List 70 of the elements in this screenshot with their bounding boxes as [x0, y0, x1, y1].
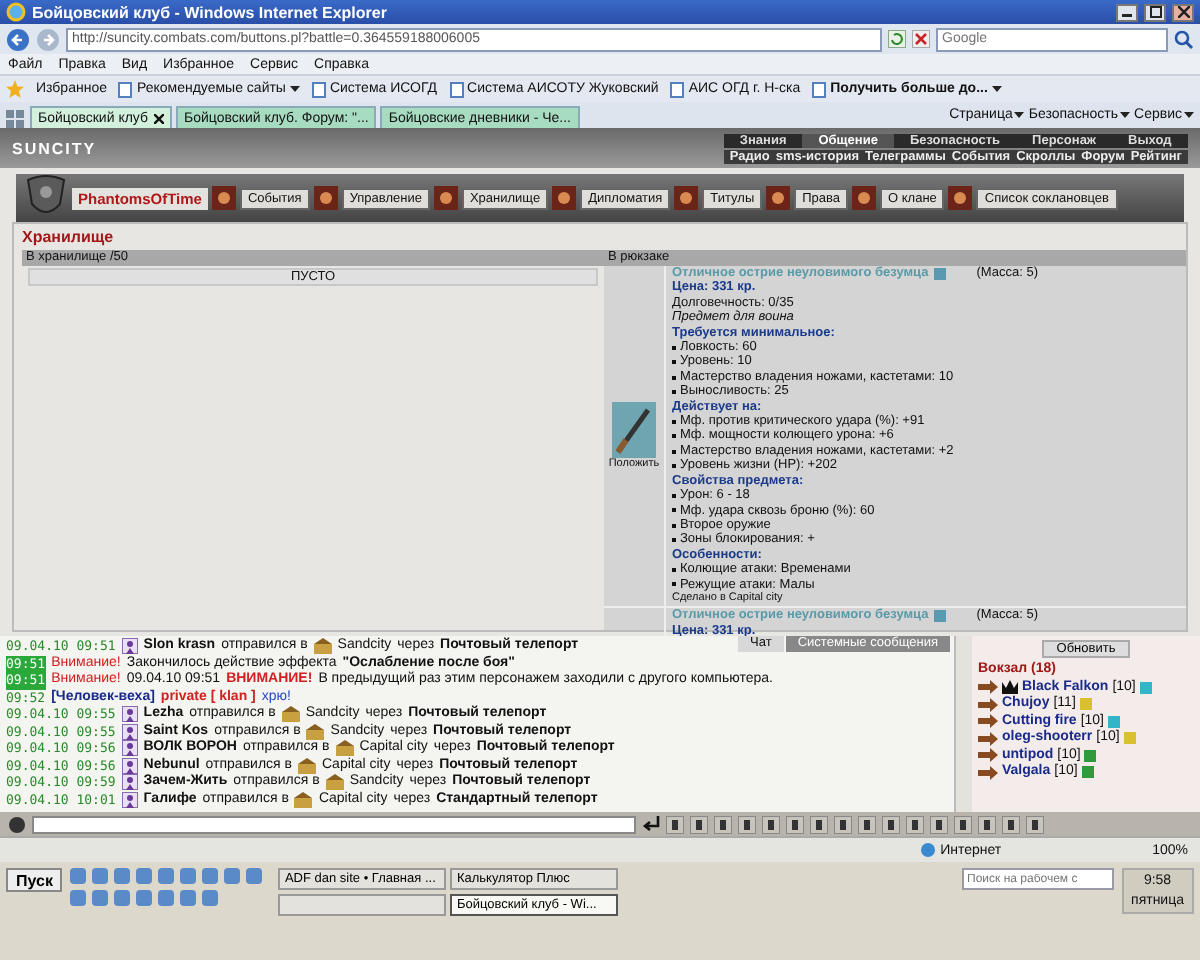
window-title: Бойцовский клуб - Windows Internet Explorer: [32, 3, 387, 21]
tool-icon[interactable]: [810, 815, 828, 833]
enter-icon[interactable]: [642, 816, 660, 832]
city-icon: [313, 638, 332, 655]
page-icon: [311, 81, 326, 97]
tool-icon[interactable]: [906, 815, 924, 833]
city-icon: [325, 774, 344, 791]
back-button[interactable]: [6, 27, 30, 51]
tool-icon[interactable]: [978, 815, 996, 833]
globe-icon: [920, 842, 937, 858]
chat-input[interactable]: [32, 815, 636, 833]
emblem-icon: [948, 186, 973, 210]
emblem-icon: [674, 186, 699, 210]
emblem-icon: [433, 186, 458, 210]
close-button[interactable]: [1172, 3, 1194, 21]
tab-grid-icon[interactable]: [6, 110, 26, 128]
tool-icon[interactable]: [786, 815, 804, 833]
page-icon: [812, 81, 827, 97]
section-title: Хранилище: [20, 226, 116, 250]
caret-icon[interactable]: [1184, 112, 1194, 118]
person-icon[interactable]: [121, 774, 138, 791]
caret-icon[interactable]: [991, 86, 1002, 92]
stop-icon[interactable]: [912, 30, 930, 48]
caret-icon[interactable]: [1014, 112, 1025, 118]
tool-icon[interactable]: [834, 815, 852, 833]
city-icon: [294, 791, 313, 808]
page-icon: [118, 81, 133, 97]
page-icon: [670, 81, 685, 97]
person-icon[interactable]: [121, 757, 138, 774]
city-icon: [298, 757, 316, 774]
emblem-icon: [211, 186, 236, 210]
minimize-button[interactable]: [1116, 3, 1138, 21]
close-icon: [1177, 6, 1189, 18]
person-icon[interactable]: [121, 740, 138, 757]
city-icon: [306, 723, 325, 740]
person-icon[interactable]: [121, 723, 138, 740]
person-icon[interactable]: [121, 791, 138, 808]
emblem-icon: [313, 186, 338, 210]
start-button[interactable]: Пуск: [6, 868, 63, 892]
tool-icon[interactable]: [1026, 815, 1044, 833]
refresh-icon[interactable]: [888, 30, 906, 48]
emblem-icon: [852, 186, 877, 210]
maximize-button[interactable]: [1144, 3, 1166, 21]
tool-icon[interactable]: [738, 815, 756, 833]
tool-icon[interactable]: [690, 815, 708, 833]
city-icon: [281, 706, 300, 723]
browser-logo-icon: [6, 2, 26, 22]
tool-icon[interactable]: [882, 815, 900, 833]
tool-icon[interactable]: [714, 815, 732, 833]
search-icon[interactable]: [1174, 29, 1194, 49]
tool-icon[interactable]: [762, 815, 780, 833]
tool-icon[interactable]: [930, 815, 948, 833]
emblem-icon: [766, 186, 791, 210]
tool-icon[interactable]: [1002, 815, 1020, 833]
caret-icon[interactable]: [289, 86, 300, 92]
star-icon: [6, 80, 24, 98]
game-logo: SUNCITY: [12, 139, 97, 157]
scrollbar[interactable]: [954, 636, 972, 812]
dagger-icon: [612, 402, 656, 459]
city-icon: [335, 740, 354, 757]
close-icon[interactable]: [154, 113, 165, 123]
maximize-icon: [1149, 6, 1161, 18]
emblem-icon: [552, 186, 577, 210]
caret-icon[interactable]: [1120, 112, 1131, 118]
person-icon[interactable]: [121, 638, 138, 655]
tool-icon[interactable]: [858, 815, 876, 833]
tool-icon[interactable]: [954, 815, 972, 833]
person-icon[interactable]: [121, 706, 138, 723]
tool-icon[interactable]: [666, 815, 684, 833]
page-icon: [449, 81, 464, 97]
